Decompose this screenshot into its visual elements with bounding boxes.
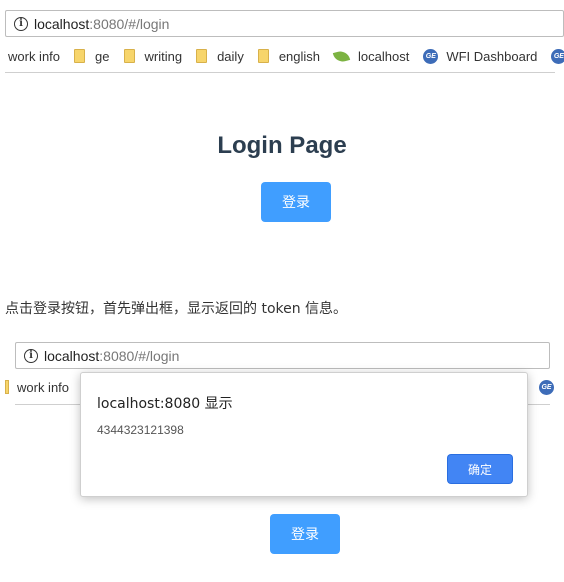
url-path: :8080/#/login: [89, 15, 170, 32]
folder-icon: [74, 49, 86, 63]
bookmark-folder-partial: [5, 380, 9, 394]
bookmark-label: daily: [217, 48, 244, 64]
info-icon[interactable]: i: [24, 348, 38, 363]
bookmark-writing[interactable]: writing: [123, 48, 183, 64]
bookmark-daily[interactable]: daily: [196, 49, 244, 64]
url-host: localhost: [34, 15, 90, 32]
folder-icon: [257, 49, 269, 63]
bookmark-label: localhost: [358, 48, 410, 64]
address-bar[interactable]: i localhost:8080/#/login: [5, 10, 564, 37]
dialog-ok-button[interactable]: 确定: [448, 455, 512, 483]
bookmark-label: WFI Dashboard: [446, 48, 538, 64]
ge-icon: GE: [423, 48, 439, 64]
bookmark-label: work info: [8, 48, 61, 64]
url-host: localhost: [44, 347, 100, 364]
login-button[interactable]: 登录: [261, 182, 331, 222]
toolbar-divider: [5, 72, 555, 73]
alert-dialog: localhost:8080 显示 4344323121398 确定: [80, 372, 528, 497]
caption-text: 点击登录按钮，首先弹出框，显示返回的 token 信息。: [5, 301, 348, 317]
address-bar-secondary[interactable]: i localhost:8080/#/login: [15, 342, 550, 369]
dialog-message: 4344323121398: [97, 423, 184, 437]
page-title: Login Page: [217, 132, 347, 159]
url-path: :8080/#/login: [99, 347, 180, 364]
bookmark-ge-extra[interactable]: GE: [551, 48, 564, 64]
bookmark-wfi-dashboard[interactable]: GE WFI Dashboard: [423, 48, 538, 64]
info-icon[interactable]: i: [14, 16, 28, 31]
folder-icon: [123, 49, 135, 63]
bookmark-label: writing: [144, 48, 183, 64]
bookmark-label: ge: [95, 48, 110, 64]
login-button-secondary[interactable]: 登录: [270, 514, 340, 554]
dialog-title: localhost:8080 显示: [97, 396, 233, 412]
bookmark-localhost[interactable]: localhost: [332, 48, 410, 64]
bookmark-ge[interactable]: ge: [74, 48, 110, 64]
leaf-icon: [332, 48, 351, 64]
bookmarks-bar: work info ge writing daily english local…: [8, 41, 564, 71]
ge-icon: GE: [539, 380, 554, 395]
bookmark-label: english: [278, 48, 321, 64]
folder-icon: [196, 49, 208, 63]
ge-icon: GE: [551, 48, 564, 64]
bookmark-work-info-secondary[interactable]: work info: [17, 380, 69, 395]
bookmark-english[interactable]: english: [257, 48, 321, 64]
bookmark-work-info[interactable]: work info: [8, 49, 60, 64]
